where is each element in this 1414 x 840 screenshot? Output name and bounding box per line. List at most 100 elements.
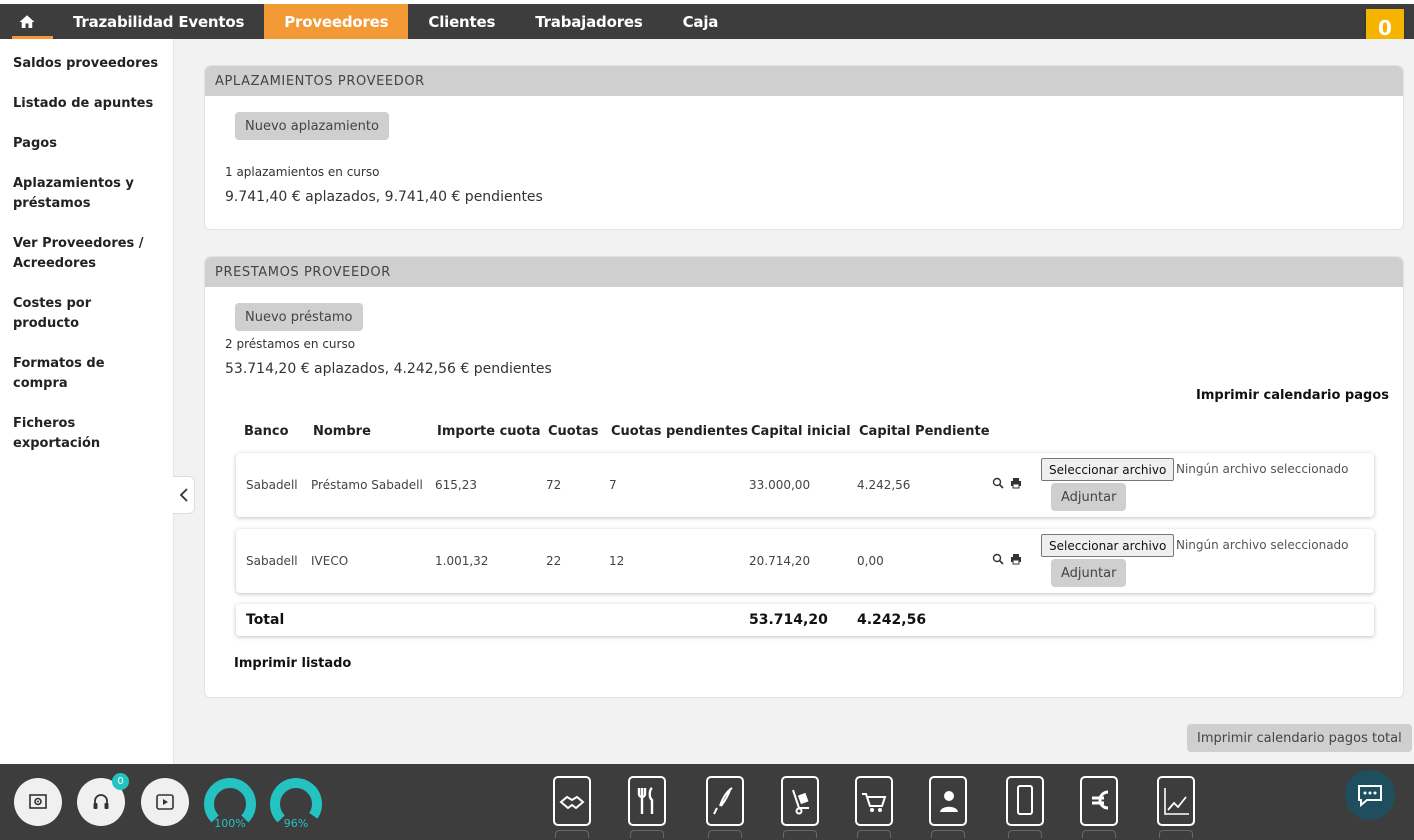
attach-button[interactable]: Adjuntar: [1051, 559, 1127, 587]
module-whisk[interactable]: [706, 776, 744, 838]
cell-capital-pendiente: 0,00: [857, 554, 884, 568]
module-handshake[interactable]: [553, 776, 591, 838]
total-capital-inicial: 53.714,20: [749, 612, 828, 628]
sidebar-item-ficheros[interactable]: Ficheros exportación: [0, 414, 173, 454]
nav-tab-trabajadores[interactable]: Trabajadores: [515, 4, 662, 39]
contact-icon: [940, 791, 958, 812]
settings-button[interactable]: [14, 778, 62, 826]
module-cart[interactable]: [855, 776, 893, 838]
nav-tab-caja[interactable]: Caja: [663, 4, 739, 39]
hand-truck-icon: [792, 789, 809, 815]
prestamos-summary: 53.714,20 € aplazados, 4.242,56 € pendie…: [225, 361, 552, 377]
search-icon[interactable]: [992, 477, 1004, 489]
sidebar: Saldos proveedores Listado de apuntes Pa…: [0, 39, 174, 764]
sidebar-item-pagos[interactable]: Pagos: [0, 134, 173, 154]
print-icon[interactable]: [1010, 553, 1022, 565]
select-file-button[interactable]: Seleccionar archivo: [1041, 458, 1175, 481]
sidebar-collapse-button[interactable]: [173, 476, 195, 514]
cell-cuotas: 22: [546, 554, 562, 568]
prestamos-title: PRESTAMOS PROVEEDOR: [205, 257, 1403, 287]
top-navbar: Trazabilidad Eventos Proveedores Cliente…: [0, 0, 1414, 47]
gauge-1-label: 100%: [214, 817, 246, 830]
support-badge: 0: [112, 773, 129, 790]
main-content: APLAZAMIENTOS PROVEEDOR Nuevo aplazamien…: [174, 39, 1414, 764]
aplazamientos-panel: APLAZAMIENTOS PROVEEDOR Nuevo aplazamien…: [204, 65, 1404, 230]
play-icon: [156, 794, 174, 810]
sidebar-item-costes[interactable]: Costes por producto: [0, 294, 173, 334]
bottom-bar: 0 100% 96%: [0, 764, 1414, 840]
sidebar-item-saldos[interactable]: Saldos proveedores: [0, 54, 173, 74]
search-icon[interactable]: [992, 553, 1004, 565]
new-prestamo-button[interactable]: Nuevo préstamo: [235, 303, 363, 331]
video-button[interactable]: [141, 778, 189, 826]
cell-cuotas-pendientes: 12: [609, 554, 625, 568]
cell-banco: Sabadell: [246, 478, 298, 492]
home-button[interactable]: [0, 4, 53, 39]
nav-tab-trazabilidad[interactable]: Trazabilidad Eventos: [53, 4, 264, 39]
nav-tab-proveedores[interactable]: Proveedores: [264, 4, 409, 39]
handshake-icon: [559, 795, 585, 810]
new-aplazamiento-button[interactable]: Nuevo aplazamiento: [235, 112, 389, 140]
euro-icon: [1092, 790, 1109, 810]
chat-button[interactable]: [1345, 770, 1395, 820]
attach-button[interactable]: Adjuntar: [1051, 483, 1127, 511]
print-list-link[interactable]: Imprimir listado: [234, 656, 351, 671]
table-row: Sabadell Préstamo Sabadell 615,23 72 7 3…: [236, 453, 1374, 517]
row-actions: [992, 477, 1022, 489]
sidebar-item-formatos[interactable]: Formatos de compra: [0, 354, 173, 394]
module-hand-truck[interactable]: [781, 776, 819, 838]
row-actions: [992, 553, 1022, 565]
select-file-button[interactable]: Seleccionar archivo: [1041, 534, 1175, 557]
sidebar-item-proveedores[interactable]: Ver Proveedores / Acreedores: [0, 234, 173, 274]
cart-icon: [862, 793, 887, 812]
headset-icon: [93, 794, 109, 809]
sidebar-item-aplazamientos[interactable]: Aplazamientos y préstamos: [0, 174, 173, 214]
col-cuotas-pendientes: Cuotas pendientes: [611, 424, 748, 439]
total-row: Total 53.714,20 4.242,56: [236, 604, 1374, 636]
module-euro[interactable]: [1080, 776, 1118, 838]
chevron-left-icon: [179, 488, 188, 502]
total-label: Total: [246, 612, 285, 628]
no-file-label: Ningún archivo seleccionado: [1176, 462, 1349, 476]
cell-importe: 1.001,32: [435, 554, 489, 568]
col-banco: Banco: [244, 424, 289, 439]
cell-cuotas-pendientes: 7: [609, 478, 617, 492]
cell-importe: 615,23: [435, 478, 477, 492]
gauge-2-label: 96%: [283, 817, 309, 830]
module-contact[interactable]: [929, 776, 967, 838]
col-importe: Importe cuota: [437, 424, 541, 439]
cell-nombre: IVECO: [311, 554, 349, 568]
module-mobile[interactable]: [1006, 776, 1044, 838]
gauge-1: 100%: [204, 778, 256, 830]
gauge-2: 96%: [270, 778, 322, 830]
print-calendar-link[interactable]: Imprimir calendario pagos: [1196, 388, 1389, 403]
print-icon[interactable]: [1010, 477, 1022, 489]
chart-icon: [1164, 788, 1189, 815]
cell-nombre: Préstamo Sabadell: [311, 478, 423, 492]
chat-icon: [1358, 785, 1382, 808]
cutlery-icon: [637, 787, 654, 814]
cell-capital-inicial: 20.714,20: [749, 554, 811, 568]
total-capital-pendiente: 4.242,56: [857, 612, 927, 628]
sidebar-item-apuntes[interactable]: Listado de apuntes: [0, 94, 173, 114]
prestamos-panel: PRESTAMOS PROVEEDOR Nuevo préstamo 2 pré…: [204, 256, 1404, 698]
col-nombre: Nombre: [313, 424, 371, 439]
module-chart[interactable]: [1157, 776, 1195, 838]
table-row: Sabadell IVECO 1.001,32 22 12 20.714,20 …: [236, 529, 1374, 593]
whisk-icon: [713, 787, 733, 815]
cell-cuotas: 72: [546, 478, 562, 492]
prestamos-count: 2 préstamos en curso: [225, 337, 356, 351]
cell-banco: Sabadell: [246, 554, 298, 568]
no-file-label: Ningún archivo seleccionado: [1176, 538, 1349, 552]
cell-capital-pendiente: 4.242,56: [857, 478, 911, 492]
module-cutlery[interactable]: [628, 776, 666, 838]
aplazamientos-count: 1 aplazamientos en curso: [225, 165, 380, 179]
settings-screen-icon: [29, 794, 47, 809]
col-capital-inicial: Capital inicial: [751, 424, 851, 439]
nav-tab-clientes[interactable]: Clientes: [408, 4, 515, 39]
cell-capital-inicial: 33.000,00: [749, 478, 811, 492]
col-capital-pendiente: Capital Pendiente: [859, 424, 990, 439]
print-calendar-total-button[interactable]: Imprimir calendario pagos total: [1187, 724, 1412, 752]
col-cuotas: Cuotas: [548, 424, 599, 439]
aplazamientos-title: APLAZAMIENTOS PROVEEDOR: [205, 66, 1403, 96]
